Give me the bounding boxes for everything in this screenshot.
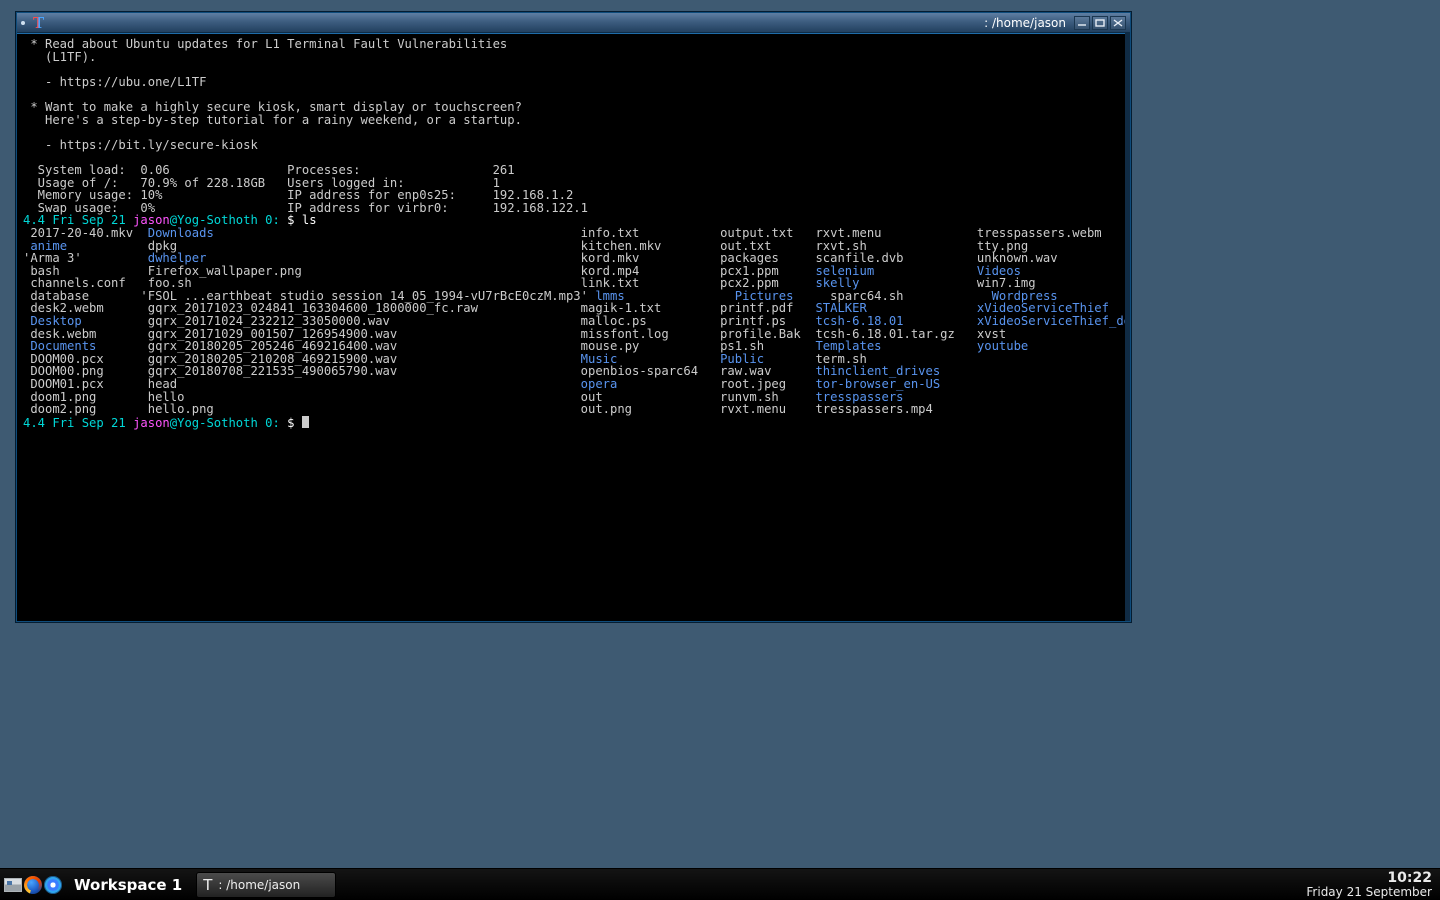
window-title: : /home/jason: [984, 16, 1066, 30]
clock-time: 10:22: [1306, 871, 1432, 885]
terminal-app-icon: T: [33, 14, 44, 32]
chromium-icon[interactable]: [44, 876, 62, 894]
taskbar-left: Workspace 1 T : /home/jason: [4, 872, 336, 898]
taskbar-task-terminal[interactable]: T : /home/jason: [196, 872, 336, 898]
terminal-window: T : /home/jason * Read about Ubuntu upda…: [16, 12, 1131, 622]
close-button[interactable]: [1110, 16, 1126, 30]
window-titlebar[interactable]: T : /home/jason: [17, 13, 1130, 33]
terminal-app-icon: T: [203, 876, 212, 894]
task-label: : /home/jason: [218, 878, 300, 892]
firefox-icon[interactable]: [24, 876, 42, 894]
titlebar-left: T: [21, 14, 44, 32]
workspace-label[interactable]: Workspace 1: [74, 876, 182, 894]
titlebar-dot-icon: [21, 21, 25, 25]
terminal-scrollbar[interactable]: [1125, 33, 1130, 621]
minimize-button[interactable]: [1074, 16, 1090, 30]
taskbar-clock[interactable]: 10:22 Friday 21 September: [1306, 871, 1432, 899]
terminal-output[interactable]: * Read about Ubuntu updates for L1 Termi…: [17, 33, 1130, 621]
clock-date: Friday 21 September: [1306, 885, 1432, 899]
maximize-button[interactable]: [1092, 16, 1108, 30]
show-desktop-icon[interactable]: [4, 876, 22, 894]
taskbar: Workspace 1 T : /home/jason 10:22 Friday…: [0, 868, 1440, 900]
